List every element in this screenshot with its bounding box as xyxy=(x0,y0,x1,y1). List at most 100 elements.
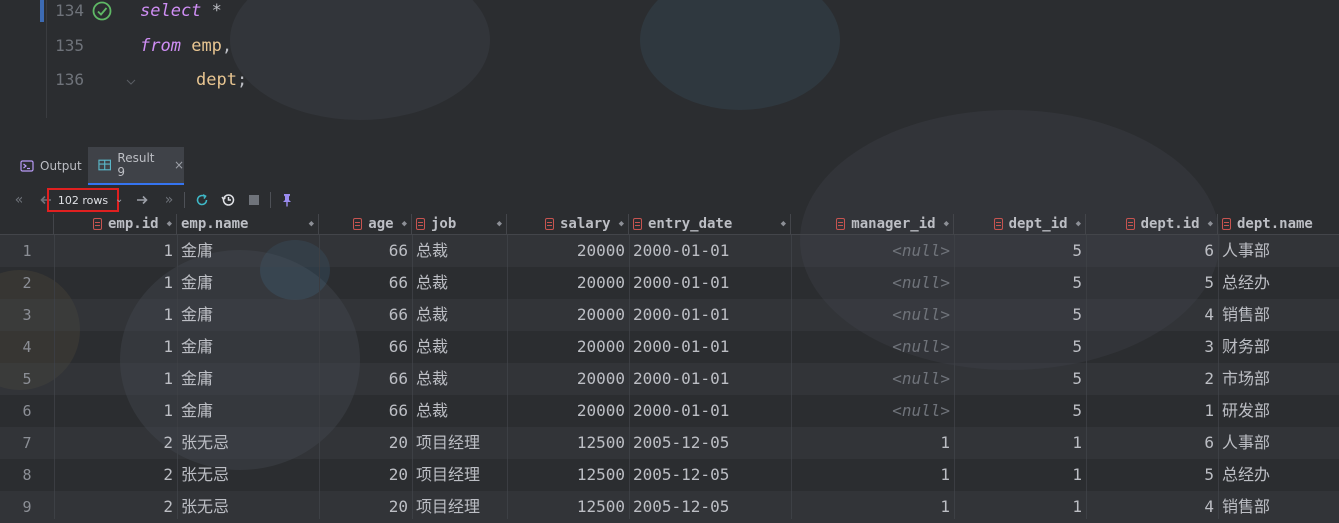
cell-emp-id[interactable]: 2 xyxy=(54,427,177,459)
cell-emp-id[interactable]: 1 xyxy=(54,395,177,427)
cell-age[interactable]: 66 xyxy=(319,299,412,331)
cell-dept-id-2[interactable]: 3 xyxy=(1086,331,1218,363)
cell-dept-name[interactable]: 人事部 xyxy=(1218,427,1339,459)
cell-manager-id[interactable]: 1 xyxy=(791,427,954,459)
table-row[interactable]: 3 1 金庸 66 总裁 20000 2000-01-01 <null> 5 4 销售部 xyxy=(0,299,1339,331)
cell-salary[interactable]: 20000 xyxy=(507,267,629,299)
cell-emp-name[interactable]: 金庸 xyxy=(177,331,319,363)
cell-salary[interactable]: 20000 xyxy=(507,363,629,395)
cell-salary[interactable]: 20000 xyxy=(507,299,629,331)
column-header-emp-id[interactable]: emp.id ◆ xyxy=(54,214,177,235)
cell-dept-id-2[interactable]: 5 xyxy=(1086,267,1218,299)
row-number[interactable]: 7 xyxy=(0,427,54,459)
sort-icon[interactable]: ◆ xyxy=(309,219,314,229)
cell-job[interactable]: 总裁 xyxy=(412,267,507,299)
row-number[interactable]: 3 xyxy=(0,299,54,331)
cell-entry-date[interactable]: 2000-01-01 xyxy=(629,395,791,427)
cell-dept-id[interactable]: 1 xyxy=(954,427,1086,459)
row-number[interactable]: 1 xyxy=(0,235,54,267)
cell-dept-id[interactable]: 5 xyxy=(954,395,1086,427)
next-page-button[interactable] xyxy=(132,190,152,210)
cell-entry-date[interactable]: 2000-01-01 xyxy=(629,299,791,331)
cell-age[interactable]: 66 xyxy=(319,363,412,395)
row-number[interactable]: 6 xyxy=(0,395,54,427)
sort-icon[interactable]: ◆ xyxy=(619,219,624,229)
cell-job[interactable]: 总裁 xyxy=(412,235,507,267)
cell-emp-name[interactable]: 金庸 xyxy=(177,267,319,299)
sort-icon[interactable]: ◆ xyxy=(402,219,407,229)
cell-emp-name[interactable]: 金庸 xyxy=(177,363,319,395)
cell-age[interactable]: 20 xyxy=(319,459,412,491)
sort-icon[interactable]: ◆ xyxy=(781,219,786,229)
cell-emp-id[interactable]: 1 xyxy=(54,331,177,363)
cell-dept-id-2[interactable]: 6 xyxy=(1086,427,1218,459)
last-page-button[interactable]: » xyxy=(159,190,179,210)
cell-dept-id-2[interactable]: 5 xyxy=(1086,459,1218,491)
cell-dept-id[interactable]: 1 xyxy=(954,459,1086,491)
refresh-button[interactable] xyxy=(192,190,212,210)
cell-entry-date[interactable]: 2000-01-01 xyxy=(629,235,791,267)
cell-entry-date[interactable]: 2000-01-01 xyxy=(629,363,791,395)
cell-salary[interactable]: 20000 xyxy=(507,331,629,363)
cell-entry-date[interactable]: 2000-01-01 xyxy=(629,331,791,363)
tab-result-9[interactable]: Result 9 × xyxy=(88,147,184,185)
cell-dept-id[interactable]: 5 xyxy=(954,299,1086,331)
column-header-entry-date[interactable]: entry_date ◆ xyxy=(629,214,791,235)
cell-dept-id-2[interactable]: 1 xyxy=(1086,395,1218,427)
sort-icon[interactable]: ◆ xyxy=(1076,219,1081,229)
column-header-salary[interactable]: salary ◆ xyxy=(507,214,629,235)
pin-tab-button[interactable] xyxy=(277,190,297,210)
cell-emp-name[interactable]: 张无忌 xyxy=(177,459,319,491)
cell-dept-name[interactable]: 财务部 xyxy=(1218,331,1339,363)
result-grid[interactable]: emp.id ◆ emp.name ◆ age ◆ job ◆ salary ◆… xyxy=(0,214,1339,523)
cell-manager-id[interactable]: 1 xyxy=(791,459,954,491)
cell-age[interactable]: 20 xyxy=(319,427,412,459)
cell-entry-date[interactable]: 2005-12-05 xyxy=(629,491,791,523)
cell-salary[interactable]: 12500 xyxy=(507,491,629,523)
cell-emp-id[interactable]: 1 xyxy=(54,363,177,395)
column-header-dept-id-2[interactable]: dept.id ◆ xyxy=(1086,214,1218,235)
sort-icon[interactable]: ◆ xyxy=(167,219,172,229)
cell-emp-id[interactable]: 2 xyxy=(54,491,177,523)
cell-emp-id[interactable]: 1 xyxy=(54,299,177,331)
cell-salary[interactable]: 12500 xyxy=(507,459,629,491)
cell-dept-id[interactable]: 5 xyxy=(954,267,1086,299)
close-icon[interactable]: × xyxy=(174,158,184,172)
cell-dept-id[interactable]: 5 xyxy=(954,363,1086,395)
cell-emp-name[interactable]: 张无忌 xyxy=(177,491,319,523)
cell-dept-id-2[interactable]: 6 xyxy=(1086,235,1218,267)
table-row[interactable]: 9 2 张无忌 20 项目经理 12500 2005-12-05 1 1 4 销售部 xyxy=(0,491,1339,523)
cell-emp-id[interactable]: 2 xyxy=(54,459,177,491)
cell-dept-id-2[interactable]: 4 xyxy=(1086,491,1218,523)
cell-dept-id-2[interactable]: 2 xyxy=(1086,363,1218,395)
cell-manager-id[interactable]: <null> xyxy=(791,331,954,363)
column-header-age[interactable]: age ◆ xyxy=(319,214,412,235)
history-button[interactable] xyxy=(218,190,238,210)
cell-emp-id[interactable]: 1 xyxy=(54,267,177,299)
cell-dept-name[interactable]: 研发部 xyxy=(1218,395,1339,427)
table-row[interactable]: 5 1 金庸 66 总裁 20000 2000-01-01 <null> 5 2 市场部 xyxy=(0,363,1339,395)
row-count-selector[interactable]: 102 rows xyxy=(47,188,119,212)
cell-entry-date[interactable]: 2005-12-05 xyxy=(629,427,791,459)
cell-dept-name[interactable]: 销售部 xyxy=(1218,299,1339,331)
cell-emp-name[interactable]: 金庸 xyxy=(177,395,319,427)
cell-age[interactable]: 66 xyxy=(319,395,412,427)
cell-dept-name[interactable]: 总经办 xyxy=(1218,267,1339,299)
sort-icon[interactable]: ◆ xyxy=(944,219,949,229)
cell-emp-id[interactable]: 1 xyxy=(54,235,177,267)
cell-emp-name[interactable]: 金庸 xyxy=(177,235,319,267)
cell-entry-date[interactable]: 2005-12-05 xyxy=(629,459,791,491)
table-row[interactable]: 1 1 金庸 66 总裁 20000 2000-01-01 <null> 5 6 人事部 xyxy=(0,235,1339,267)
row-number[interactable]: 5 xyxy=(0,363,54,395)
column-header-manager-id[interactable]: manager_id ◆ xyxy=(791,214,954,235)
cell-job[interactable]: 总裁 xyxy=(412,331,507,363)
cell-job[interactable]: 总裁 xyxy=(412,299,507,331)
cell-salary[interactable]: 20000 xyxy=(507,395,629,427)
cell-emp-name[interactable]: 张无忌 xyxy=(177,427,319,459)
row-number[interactable]: 2 xyxy=(0,267,54,299)
row-number[interactable]: 4 xyxy=(0,331,54,363)
tab-output[interactable]: Output xyxy=(14,147,92,185)
sort-icon[interactable]: ◆ xyxy=(1208,219,1213,229)
cell-salary[interactable]: 20000 xyxy=(507,235,629,267)
sql-editor[interactable]: 134 select * 135 from emp, 136 dept; xyxy=(0,0,1339,118)
